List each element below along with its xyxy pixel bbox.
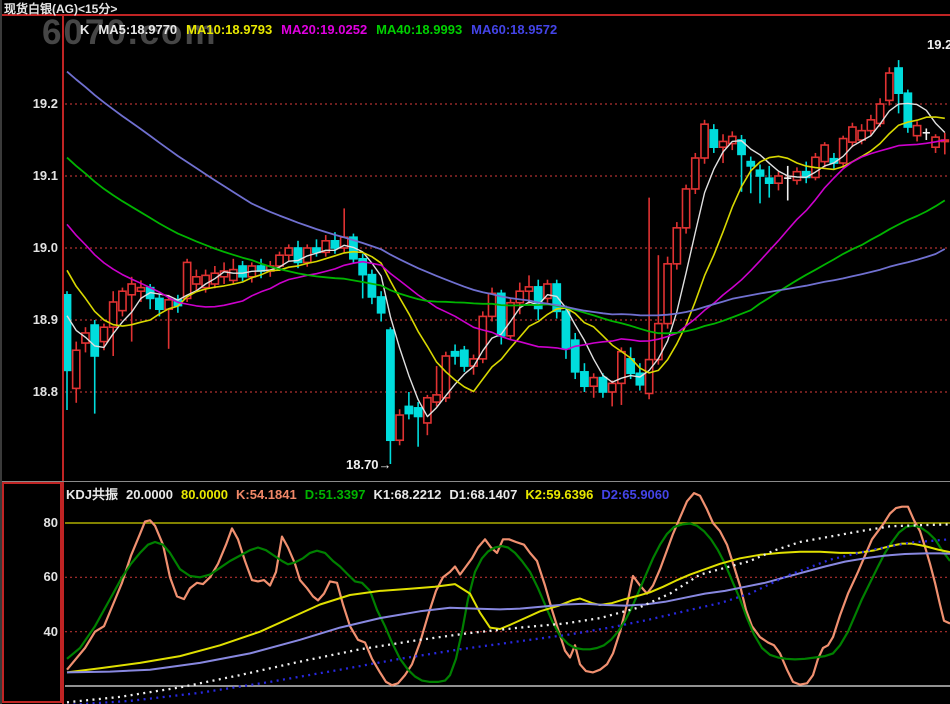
kdj-title: KDJ共振 (66, 487, 119, 502)
low-price-value: 18.70 (346, 457, 379, 472)
ma20-legend: MA20:19.0252 (281, 22, 368, 37)
price-axis-label-18-8: 18.8 (32, 384, 58, 399)
crosshair-horizontal-line (0, 14, 950, 16)
kdj-d1-value: D1:68.1407 (449, 487, 518, 502)
price-axis-label-19-1: 19.1 (32, 168, 58, 183)
low-price-label: 18.70→ (346, 457, 392, 472)
kdj-legend: KDJ共振 20.0000 80.0000 K:54.1841 D:51.3397 K1:… (66, 484, 677, 503)
right-arrow-icon: → (378, 457, 392, 472)
indicator-k-label: K (80, 22, 90, 37)
trading-app-window: 6070.com 现货白银(AG)<15分> K MA5:18.9770 MA10:… (0, 0, 950, 704)
ma5-legend: MA5:18.9770 (98, 22, 178, 37)
kdj-k2-value: K2:59.6396 (525, 487, 594, 502)
window-title: 现货白银(AG)<15分> (4, 2, 118, 16)
kdj-d2-value: D2:65.9060 (601, 487, 670, 502)
ma40-legend: MA40:18.9993 (376, 22, 463, 37)
kdj-axis-label-60: 60 (43, 569, 58, 584)
ma10-legend: MA10:18.9793 (186, 22, 273, 37)
price-axis-label-19-2: 19.2 (32, 96, 58, 111)
ma-legend: K MA5:18.9770 MA10:18.9793 MA20:19.0252 MA40… (80, 22, 566, 37)
kdj-k1-value: K1:68.2212 (373, 487, 442, 502)
kdj-k-value: K:54.1841 (236, 487, 297, 502)
chart-canvas[interactable] (0, 0, 950, 704)
high-price-label: 19.26 (927, 37, 950, 52)
price-axis-label-18-9: 18.9 (32, 312, 58, 327)
kdj-param-high: 80.0000 (181, 487, 229, 502)
panel-divider (0, 481, 950, 482)
kdj-axis-label-40: 40 (43, 624, 58, 639)
window-left-border (0, 0, 2, 704)
kdj-param-low: 20.0000 (126, 487, 174, 502)
price-axis-label-19-0: 19.0 (32, 240, 58, 255)
ma60-legend: MA60:18.9572 (471, 22, 558, 37)
crosshair-vertical-line (62, 14, 64, 704)
kdj-axis-label-80: 80 (43, 515, 58, 530)
kdj-d-value: D:51.3397 (304, 487, 366, 502)
